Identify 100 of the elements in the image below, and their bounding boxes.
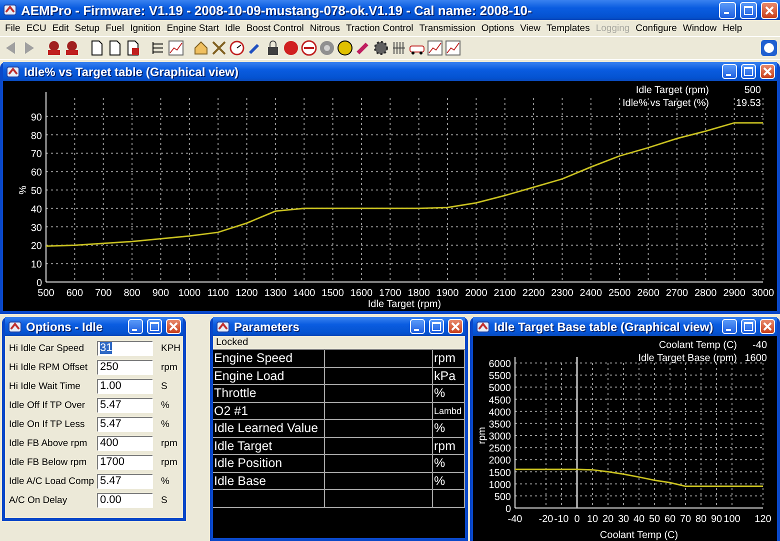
x-tick-label: 1300 [264, 288, 287, 299]
no-entry-icon[interactable] [301, 40, 317, 56]
close-button[interactable] [166, 319, 181, 334]
input-field[interactable]: 5.47 [97, 474, 153, 488]
y-tick-label: 4500 [488, 395, 511, 406]
table-icon[interactable] [150, 40, 166, 56]
x-tick-label: -40 [508, 514, 522, 525]
menu-item[interactable]: Ignition [127, 22, 164, 34]
app-icon [3, 3, 17, 17]
menu-item[interactable]: Boost Control [243, 22, 307, 34]
menu-item[interactable]: Nitrous [306, 22, 343, 34]
y-tick-label: 6000 [488, 359, 511, 370]
minimize-button[interactable] [722, 319, 737, 334]
field-label: Idle FB Below rpm [9, 456, 88, 468]
document-icon[interactable] [107, 40, 123, 56]
house-icon[interactable] [193, 40, 209, 56]
field-label: Hi Idle RPM Offset [9, 362, 88, 372]
menu-item[interactable]: Fuel [102, 22, 128, 34]
x-tick-label: 3000 [752, 288, 774, 299]
menu-item[interactable]: Traction Control [342, 22, 416, 34]
unit-label: % [160, 476, 170, 486]
help-icon[interactable] [761, 40, 777, 56]
parameter-name: Engine Load [213, 368, 325, 385]
menu-item[interactable]: Window [680, 22, 720, 34]
readout-value: 1600 [744, 353, 767, 364]
minimize-button[interactable] [722, 64, 737, 79]
minimize-button[interactable] [128, 319, 143, 334]
minimize-button[interactable] [719, 2, 736, 18]
unit-label: rpm [160, 362, 178, 372]
menu-item[interactable]: Help [720, 22, 746, 34]
menu-item[interactable]: File [2, 22, 24, 34]
menu-item[interactable]: Transmission [416, 22, 478, 34]
close-icon [763, 322, 772, 331]
input-field[interactable]: 5.47 [97, 398, 153, 412]
y-axis-label: % [18, 186, 29, 194]
field-label: A/C On Delay [9, 494, 68, 506]
maximize-button[interactable] [741, 64, 756, 79]
menu-item[interactable]: View [517, 22, 544, 34]
lock-icon[interactable] [265, 40, 281, 56]
y-tick-label: 80 [30, 130, 42, 142]
menu-item[interactable]: Templates [544, 22, 593, 34]
shifter-icon[interactable] [391, 40, 407, 56]
x-tick-label: 2900 [723, 288, 746, 299]
x-tick-label: 90 [710, 514, 722, 525]
menu-item[interactable]: Engine Start [164, 22, 222, 34]
menu-item[interactable]: Setup [72, 22, 103, 34]
minimize-button[interactable] [410, 319, 425, 334]
input-field[interactable]: 5.47 [97, 416, 153, 432]
x-tick-label: 2800 [694, 288, 717, 299]
x-tick-label: 2000 [465, 288, 488, 299]
x-tick-label: 2300 [551, 288, 574, 299]
input-field[interactable]: 1700 [97, 454, 153, 470]
input-field[interactable]: 250 [97, 360, 153, 374]
parameter-name: Idle Learned Value [213, 420, 325, 438]
x-tick-label: 900 [152, 288, 170, 299]
maximize-icon [744, 322, 753, 331]
chart-icon[interactable] [445, 40, 461, 56]
unit-label: % [160, 418, 170, 430]
close-icon [451, 322, 460, 331]
input-field[interactable]: 400 [97, 436, 153, 450]
x-tick-label: 2100 [494, 288, 516, 299]
input-field[interactable]: 31 [97, 340, 153, 356]
menu-item[interactable]: Options [478, 22, 518, 34]
readout-label: Idle% vs Target (%) [622, 98, 709, 109]
document-icon[interactable] [89, 40, 105, 56]
x-tick-label: 2200 [522, 288, 545, 299]
x-tick-label: 1400 [293, 288, 316, 299]
maximize-button[interactable] [741, 319, 756, 334]
close-button[interactable] [761, 2, 778, 18]
parameter-name: Idle Base [213, 472, 325, 490]
maximize-icon [432, 322, 441, 331]
maximize-icon [744, 6, 753, 14]
readout-label: Coolant Temp (C) [658, 340, 737, 351]
parameter-unit: % [433, 455, 465, 472]
close-button[interactable] [448, 319, 463, 334]
maximize-button[interactable] [147, 319, 162, 334]
menu-item[interactable]: Idle [222, 22, 244, 34]
x-tick-label: 1800 [408, 288, 430, 299]
gauge-icon[interactable] [229, 40, 245, 56]
menu-item[interactable]: Edit [49, 22, 72, 34]
maximize-button[interactable] [740, 2, 757, 18]
gear-icon[interactable] [373, 40, 389, 56]
window-title: AEMPro - Firmware: V1.19 - 2008-10-09-mustang-078-ok.V1.19 - Cal name: 2008-10- [21, 2, 533, 18]
document-icon[interactable] [125, 40, 141, 56]
menu-item[interactable]: ECU [23, 22, 50, 34]
close-button[interactable] [760, 319, 775, 334]
y-tick-label: 5000 [488, 383, 511, 394]
unit-label: rpm [160, 438, 178, 448]
input-field[interactable]: 0.00 [97, 492, 153, 508]
maximize-button[interactable] [429, 319, 444, 334]
menu-item[interactable]: Configure [632, 22, 680, 34]
x-tick-label: 1700 [379, 288, 402, 299]
chart-icon[interactable] [427, 40, 443, 56]
close-button[interactable] [760, 64, 775, 79]
field-label: Idle On If TP Less [9, 418, 86, 430]
chart-icon[interactable] [168, 40, 184, 56]
parameter-name: Idle Target [213, 438, 325, 455]
input-field[interactable]: 1.00 [97, 378, 153, 394]
x-tick-label: -10 [554, 514, 569, 525]
minimize-icon [414, 328, 418, 330]
